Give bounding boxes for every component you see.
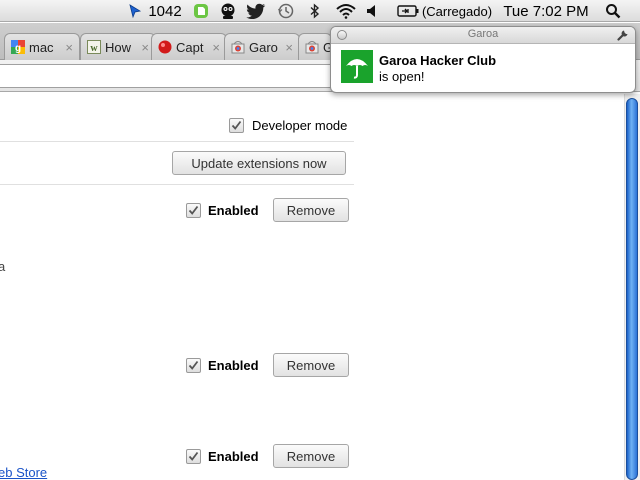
- wikihow-favicon-icon: w: [86, 39, 102, 55]
- browser-tab[interactable]: w How ×: [80, 33, 156, 60]
- time-machine-icon[interactable]: [274, 0, 298, 22]
- browser-tab[interactable]: g mac ×: [4, 33, 80, 60]
- notification-popup[interactable]: Garoa Garoa Hacker Club is open!: [330, 26, 636, 93]
- tab-close-icon[interactable]: ×: [141, 40, 149, 55]
- tab-title: mac: [29, 39, 54, 55]
- tab-title: Capt: [176, 39, 204, 55]
- web-store-link[interactable]: eb Store: [0, 465, 47, 480]
- battery-icon[interactable]: [396, 0, 420, 22]
- menu-clock[interactable]: Tue 7:02 PM: [500, 0, 592, 22]
- scrollbar-thumb[interactable]: [626, 98, 638, 480]
- extensions-page: Developer mode Update extensions now Ena…: [0, 93, 640, 480]
- divider: [0, 184, 354, 185]
- checkmark-icon: [188, 205, 199, 215]
- developer-mode-checkbox[interactable]: [229, 118, 244, 133]
- chrome-store-favicon-icon: [304, 39, 320, 55]
- browser-tab[interactable]: Capt ×: [151, 33, 227, 60]
- enabled-label: Enabled: [208, 358, 259, 373]
- spotlight-icon[interactable]: [602, 0, 624, 22]
- svg-text:g: g: [15, 43, 21, 54]
- browser-tab[interactable]: Garo ×: [224, 33, 300, 60]
- tab-title: Garo: [249, 39, 278, 55]
- checkmark-icon: [188, 451, 199, 461]
- browser-tab[interactable]: Ga: [298, 33, 332, 60]
- tab-close-icon[interactable]: ×: [285, 40, 293, 55]
- cursor-icon[interactable]: [126, 0, 144, 22]
- volume-icon[interactable]: [364, 0, 380, 22]
- wrench-icon[interactable]: [617, 29, 629, 44]
- twitter-icon[interactable]: [244, 0, 268, 22]
- tab-close-icon[interactable]: ×: [212, 40, 220, 55]
- notification-body: is open!: [379, 69, 425, 84]
- truncated-text: a: [0, 259, 6, 274]
- umbrella-icon: [341, 50, 373, 83]
- battery-status-text: (Carregado): [421, 3, 493, 19]
- svg-text:w: w: [90, 43, 98, 54]
- enabled-checkbox[interactable]: [186, 203, 201, 218]
- divider: [0, 141, 354, 142]
- google-favicon-icon: g: [10, 39, 26, 55]
- chrome-store-favicon-icon: [230, 39, 246, 55]
- menu-bar: 1042 (Carregado) Tue 7:02 PM: [0, 0, 640, 22]
- enabled-label: Enabled: [208, 449, 259, 464]
- cursor-counter: 1042: [148, 2, 182, 20]
- wifi-icon[interactable]: [333, 0, 359, 22]
- notification-app-name: Garoa: [467, 28, 499, 40]
- remove-button[interactable]: Remove: [273, 444, 349, 468]
- update-extensions-button[interactable]: Update extensions now: [172, 151, 346, 175]
- enabled-checkbox[interactable]: [186, 358, 201, 373]
- tab-title: How: [105, 39, 132, 55]
- tab-close-icon[interactable]: ×: [65, 40, 73, 55]
- evernote-icon[interactable]: [190, 0, 212, 22]
- remove-button[interactable]: Remove: [273, 353, 349, 377]
- red-dot-favicon-icon: [157, 39, 173, 55]
- checkmark-icon: [188, 360, 199, 370]
- monster-icon[interactable]: [217, 0, 239, 22]
- bluetooth-icon[interactable]: [306, 0, 324, 22]
- enabled-checkbox[interactable]: [186, 449, 201, 464]
- enabled-label: Enabled: [208, 203, 259, 218]
- notification-title: Garoa Hacker Club: [379, 53, 497, 68]
- remove-button[interactable]: Remove: [273, 198, 349, 222]
- developer-mode-label: Developer mode: [252, 118, 348, 133]
- checkmark-icon: [231, 120, 242, 130]
